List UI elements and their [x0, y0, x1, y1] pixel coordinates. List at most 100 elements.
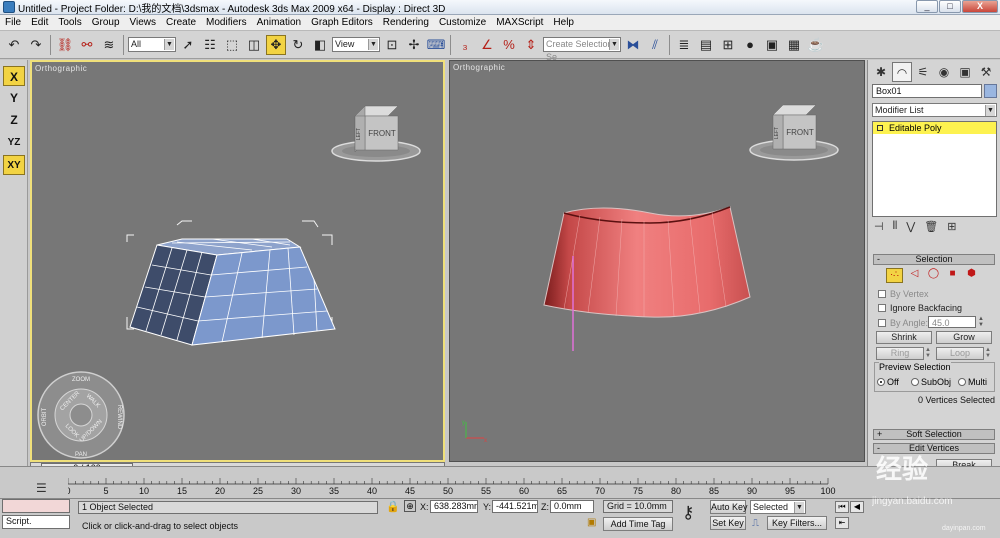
curve-editor-icon[interactable]: ▤ [696, 35, 716, 55]
redo-icon[interactable]: ↷ [26, 35, 46, 55]
angle-field[interactable]: 45.0 [928, 316, 976, 328]
go-to-start-icon[interactable]: ⏮ [835, 501, 849, 513]
menu-maxscript[interactable]: MAXScript [491, 17, 548, 28]
loop-button[interactable]: Loop [936, 347, 984, 360]
pivot-center-icon[interactable]: ⊡ [382, 35, 402, 55]
wheel-rewind-label[interactable]: REWIND [116, 405, 122, 430]
wheel-orbit-label[interactable]: ORBIT [42, 408, 48, 427]
constrain-xy-button[interactable]: XY [3, 155, 25, 175]
stack-item-editable-poly[interactable]: Editable Poly [873, 122, 996, 134]
key-filter-selected-dropdown[interactable]: Selected ▼ [750, 500, 806, 514]
menu-views[interactable]: Views [125, 17, 162, 28]
edge-level-icon[interactable]: ◁ [907, 268, 922, 283]
select-manipulate-icon[interactable]: ✢ [404, 35, 424, 55]
selection-filter-dropdown[interactable]: All ▼ [128, 37, 176, 52]
by-angle-checkbox[interactable]: By Angle: [878, 318, 928, 328]
menu-create[interactable]: Create [161, 17, 201, 28]
wheel-pan-label[interactable]: PAN [75, 452, 87, 458]
menu-rendering[interactable]: Rendering [378, 17, 434, 28]
soft-selection-rollout-header[interactable]: + Soft Selection [873, 429, 995, 440]
render-teapot-icon[interactable]: ☕ [806, 35, 826, 55]
preview-multi-radio[interactable]: Multi [958, 377, 987, 387]
set-key-mode-icon[interactable]: ⚷ [682, 503, 694, 523]
preview-subobj-radio[interactable]: SubObj [911, 377, 951, 387]
mini-curve-editor-icon[interactable]: ☰ [36, 481, 47, 495]
render-setup-icon[interactable]: ▣ [762, 35, 782, 55]
maxscript-mini-listener[interactable]: Script. [2, 515, 70, 529]
reference-coordinate-dropdown[interactable]: View ▼ [332, 37, 380, 52]
mirror-icon[interactable]: ⧓ [623, 35, 643, 55]
select-and-rotate-icon[interactable]: ↻ [288, 35, 308, 55]
key-mode-toggle-icon[interactable]: ⇤ [835, 517, 849, 529]
by-vertex-checkbox[interactable]: By Vertex [878, 289, 929, 299]
ignore-backfacing-checkbox[interactable]: Ignore Backfacing [878, 303, 962, 313]
schematic-view-icon[interactable]: ⊞ [718, 35, 738, 55]
show-end-result-icon[interactable]: ⫴ [893, 220, 898, 234]
previous-frame-icon[interactable]: ◀ [850, 501, 864, 513]
angle-spinner-icon[interactable]: ▲ ▼ [978, 316, 986, 328]
material-editor-icon[interactable]: ● [740, 35, 760, 55]
set-key-button[interactable]: Set Key [710, 516, 746, 530]
menu-group[interactable]: Group [87, 17, 125, 28]
ring-button[interactable]: Ring [876, 347, 924, 360]
select-and-move-icon[interactable]: ✥ [266, 34, 286, 55]
unlink-icon[interactable]: ⚯ [77, 35, 97, 55]
maxscript-listener[interactable] [2, 499, 70, 513]
loop-spinner-icon[interactable]: ▲ ▼ [985, 347, 992, 360]
make-unique-icon[interactable]: ⋁ [906, 220, 915, 234]
tube-object[interactable] [540, 201, 760, 361]
configure-sets-icon[interactable]: ⊞ [947, 220, 956, 234]
selection-lock-icon[interactable]: 🔒 [386, 500, 400, 513]
box-object[interactable] [122, 217, 352, 357]
object-name-field[interactable]: Box01 [872, 84, 982, 98]
timeline-ruler[interactable]: 0 5 10 15 20 25 30 35 40 45 50 55 60 65 70 75 80 85 90 95 10… [68, 478, 860, 496]
align-icon[interactable]: ⫽ [645, 35, 665, 55]
add-time-tag-button[interactable]: Add Time Tag [603, 517, 673, 531]
viewport-label[interactable]: Orthographic [35, 64, 87, 73]
select-by-name-icon[interactable]: ☷ [200, 35, 220, 55]
menu-modifiers[interactable]: Modifiers [201, 17, 252, 28]
select-and-scale-icon[interactable]: ◧ [310, 35, 330, 55]
preview-off-radio[interactable]: Off [877, 377, 899, 387]
spinner-snap-icon[interactable]: ⇕ [521, 35, 541, 55]
snap-toggle-icon[interactable]: ₃ [455, 35, 475, 55]
polygon-level-icon[interactable]: ■ [945, 268, 960, 283]
viewport-label[interactable]: Orthographic [453, 63, 505, 72]
motion-tab-icon[interactable]: ◉ [934, 62, 954, 82]
viewcube[interactable]: FRONT LEFT [748, 101, 844, 163]
constrain-y-button[interactable]: Y [3, 88, 25, 108]
close-button[interactable]: X [962, 0, 998, 13]
vertex-level-icon[interactable]: ·∴ [886, 268, 903, 283]
undo-icon[interactable]: ↶ [4, 35, 24, 55]
viewport-right[interactable]: Orthographic FRONT LEFT x y [449, 60, 865, 462]
element-level-icon[interactable]: ⬢ [964, 268, 979, 283]
auto-key-button[interactable]: Auto Key [710, 500, 748, 514]
menu-file[interactable]: File [0, 17, 26, 28]
constrain-yz-button[interactable]: YZ [3, 133, 25, 153]
constrain-x-button[interactable]: X [3, 66, 25, 86]
border-level-icon[interactable]: ◯ [926, 268, 941, 283]
object-color-swatch[interactable] [984, 84, 997, 98]
named-selection-set-dropdown[interactable]: Create Selection Se ▼ [543, 37, 621, 62]
remove-modifier-icon[interactable]: 🗑 [924, 220, 938, 234]
display-tab-icon[interactable]: ▣ [955, 62, 975, 82]
modifier-list-dropdown[interactable]: Modifier List ▼ [872, 103, 997, 117]
menu-graph-editors[interactable]: Graph Editors [306, 17, 378, 28]
rendered-frame-icon[interactable]: ▦ [784, 35, 804, 55]
keyboard-shortcut-override-icon[interactable]: ⌨ [426, 35, 446, 55]
default-tangent-icon[interactable]: ⎍ [752, 518, 759, 529]
create-tab-icon[interactable]: ✱ [871, 62, 891, 82]
maximize-button[interactable]: □ [939, 0, 961, 13]
select-object-icon[interactable]: ➚ [178, 35, 198, 55]
pin-stack-icon[interactable]: ⊣ [874, 220, 884, 234]
ring-spinner-icon[interactable]: ▲ ▼ [925, 347, 932, 360]
app-icon[interactable] [3, 1, 15, 13]
angle-snap-icon[interactable]: ∠ [477, 35, 497, 55]
menu-customize[interactable]: Customize [434, 17, 491, 28]
percent-snap-icon[interactable]: % [499, 35, 519, 55]
viewport-left[interactable]: Orthographic FRONT LEFT ZOOM ORBIT CENTE… [30, 60, 445, 462]
constrain-z-button[interactable]: Z [3, 110, 25, 130]
modify-tab-icon[interactable]: ◠ [892, 62, 912, 82]
selection-rollout-header[interactable]: - Selection [873, 254, 995, 265]
layer-manager-icon[interactable]: ≣ [674, 35, 694, 55]
